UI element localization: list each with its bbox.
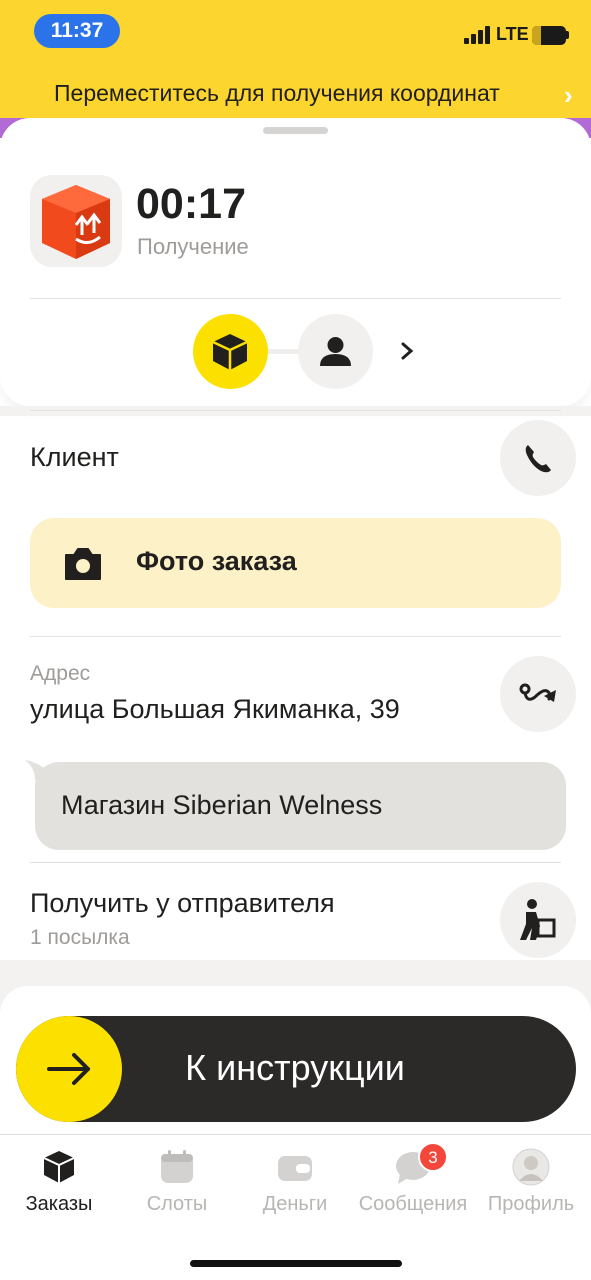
phone-icon bbox=[525, 445, 551, 473]
tabbar-divider bbox=[0, 1134, 591, 1135]
calendar-icon bbox=[161, 1150, 193, 1183]
battery-icon: 26 bbox=[532, 26, 566, 45]
network-type: LTE bbox=[496, 24, 529, 44]
tab-label: Деньги bbox=[262, 1193, 328, 1215]
tab-label: Сообщения bbox=[358, 1193, 468, 1215]
sheet-grabber[interactable] bbox=[263, 127, 328, 134]
step-recipient[interactable] bbox=[298, 314, 373, 389]
route-button[interactable] bbox=[500, 656, 576, 732]
tab-profile[interactable]: Профиль bbox=[472, 1140, 590, 1230]
step-package[interactable] bbox=[193, 314, 268, 389]
avatar-icon bbox=[512, 1148, 550, 1186]
status-time: 11:37 bbox=[34, 14, 120, 48]
steps-connector bbox=[266, 349, 302, 354]
route-icon bbox=[519, 683, 556, 702]
divider bbox=[30, 862, 561, 863]
tab-slots[interactable]: Слоты bbox=[118, 1140, 236, 1230]
divider bbox=[30, 298, 561, 299]
swipe-knob[interactable] bbox=[16, 1016, 122, 1122]
divider bbox=[30, 410, 561, 411]
order-photo-label: Фото заказа bbox=[136, 546, 297, 576]
tab-label: Слоты bbox=[146, 1193, 208, 1215]
arrow-right-icon bbox=[47, 1053, 90, 1085]
tab-orders[interactable]: Заказы bbox=[0, 1140, 118, 1230]
tab-label: Заказы bbox=[25, 1193, 93, 1215]
person-icon bbox=[320, 337, 351, 366]
call-client-button[interactable] bbox=[500, 420, 576, 496]
section-gap bbox=[0, 406, 591, 416]
tab-money[interactable]: Деньги bbox=[236, 1140, 354, 1230]
instruction-label: К инструкции bbox=[185, 1047, 405, 1088]
address-comment-text: Магазин Siberian Welness bbox=[61, 790, 383, 820]
battery-pip bbox=[566, 31, 569, 39]
tab-label: Профиль bbox=[487, 1193, 575, 1215]
package-icon bbox=[212, 334, 248, 370]
camera-icon bbox=[62, 543, 104, 583]
pickup-button[interactable] bbox=[500, 882, 576, 958]
battery-level: 26 bbox=[541, 27, 557, 43]
chevron-right-icon[interactable]: › bbox=[564, 80, 573, 111]
chevron-right-icon[interactable] bbox=[396, 336, 420, 366]
divider bbox=[30, 636, 561, 637]
order-stage: Получение bbox=[137, 234, 249, 259]
parcel-box-icon bbox=[30, 175, 122, 267]
location-notice[interactable]: Переместитесь для получения координат bbox=[54, 80, 544, 107]
pickup-title: Получить у отправителя bbox=[30, 888, 335, 918]
order-timer: 00:17 bbox=[136, 180, 246, 228]
pickup-subtitle: 1 посылка bbox=[30, 926, 130, 949]
carry-box-icon bbox=[520, 899, 556, 940]
wallet-icon bbox=[278, 1156, 312, 1181]
home-indicator bbox=[190, 1260, 402, 1267]
tab-messages[interactable]: 3 Сообщения bbox=[354, 1140, 472, 1230]
client-title: Клиент bbox=[30, 442, 119, 472]
signal-icon bbox=[464, 26, 492, 44]
messages-badge: 3 bbox=[418, 1142, 448, 1172]
address-value: улица Большая Якиманка, 39 bbox=[30, 694, 400, 724]
package-icon bbox=[43, 1151, 75, 1183]
address-label: Адрес bbox=[30, 662, 91, 685]
